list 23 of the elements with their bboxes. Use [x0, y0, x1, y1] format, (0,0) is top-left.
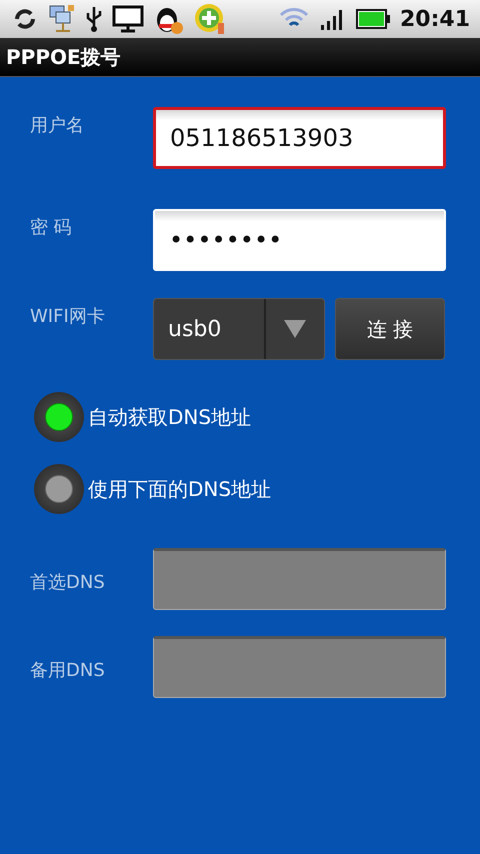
usb-icon	[86, 5, 102, 33]
network-icon	[48, 4, 76, 34]
radio-label[interactable]: 使用下面的DNS地址	[88, 476, 272, 502]
dns-field[interactable]	[153, 548, 446, 610]
radio-button[interactable]	[34, 464, 84, 514]
battery-icon	[356, 9, 390, 29]
radio-label[interactable]: 自动获取DNS地址	[88, 404, 252, 430]
password-field[interactable]: ••••••••	[153, 209, 446, 271]
field-label: 备用DNS	[30, 659, 106, 682]
plus-icon	[194, 3, 226, 35]
app-title: PPPOE拨号	[6, 44, 121, 70]
username-field[interactable]: 051186513903	[153, 107, 446, 169]
connect-button[interactable]: 连 接	[335, 298, 445, 360]
monitor-icon	[112, 5, 144, 33]
field-label: 首选DNS	[30, 571, 106, 594]
field-label: WIFI网卡	[30, 305, 106, 328]
radio-button[interactable]	[34, 392, 84, 442]
dropdown-arrow-icon	[284, 320, 306, 338]
adapter-dropdown[interactable]: usb0	[153, 298, 325, 360]
dns-field[interactable]	[153, 636, 446, 698]
clock-time: 20:41	[400, 6, 470, 32]
field-label: 用户名	[30, 114, 85, 137]
field-label: 密 码	[30, 216, 73, 239]
